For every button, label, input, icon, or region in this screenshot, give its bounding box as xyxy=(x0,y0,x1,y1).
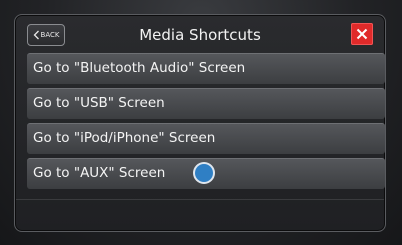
touch-indicator-icon xyxy=(195,164,213,182)
back-button[interactable]: BACK xyxy=(27,24,65,46)
shortcut-bluetooth-audio[interactable]: Go to "Bluetooth Audio" Screen xyxy=(27,53,385,84)
shortcut-usb[interactable]: Go to "USB" Screen xyxy=(27,88,385,119)
dialog-title: Media Shortcuts xyxy=(139,26,261,44)
divider xyxy=(16,199,384,200)
close-button[interactable] xyxy=(351,23,373,45)
media-shortcuts-dialog: BACK Media Shortcuts Go to "Bluetooth Au… xyxy=(14,14,386,232)
shortcut-ipod-iphone[interactable]: Go to "iPod/iPhone" Screen xyxy=(27,123,385,154)
shortcut-label: Go to "Bluetooth Audio" Screen xyxy=(33,60,246,76)
shortcut-label: Go to "USB" Screen xyxy=(33,95,165,111)
chevron-left-icon xyxy=(33,30,39,40)
shortcut-label: Go to "iPod/iPhone" Screen xyxy=(33,130,216,146)
shortcut-aux[interactable]: Go to "AUX" Screen xyxy=(27,158,385,189)
shortcut-label: Go to "AUX" Screen xyxy=(33,165,166,181)
close-icon xyxy=(356,28,368,40)
back-label: BACK xyxy=(40,31,60,39)
dialog-header: BACK Media Shortcuts xyxy=(27,23,373,51)
